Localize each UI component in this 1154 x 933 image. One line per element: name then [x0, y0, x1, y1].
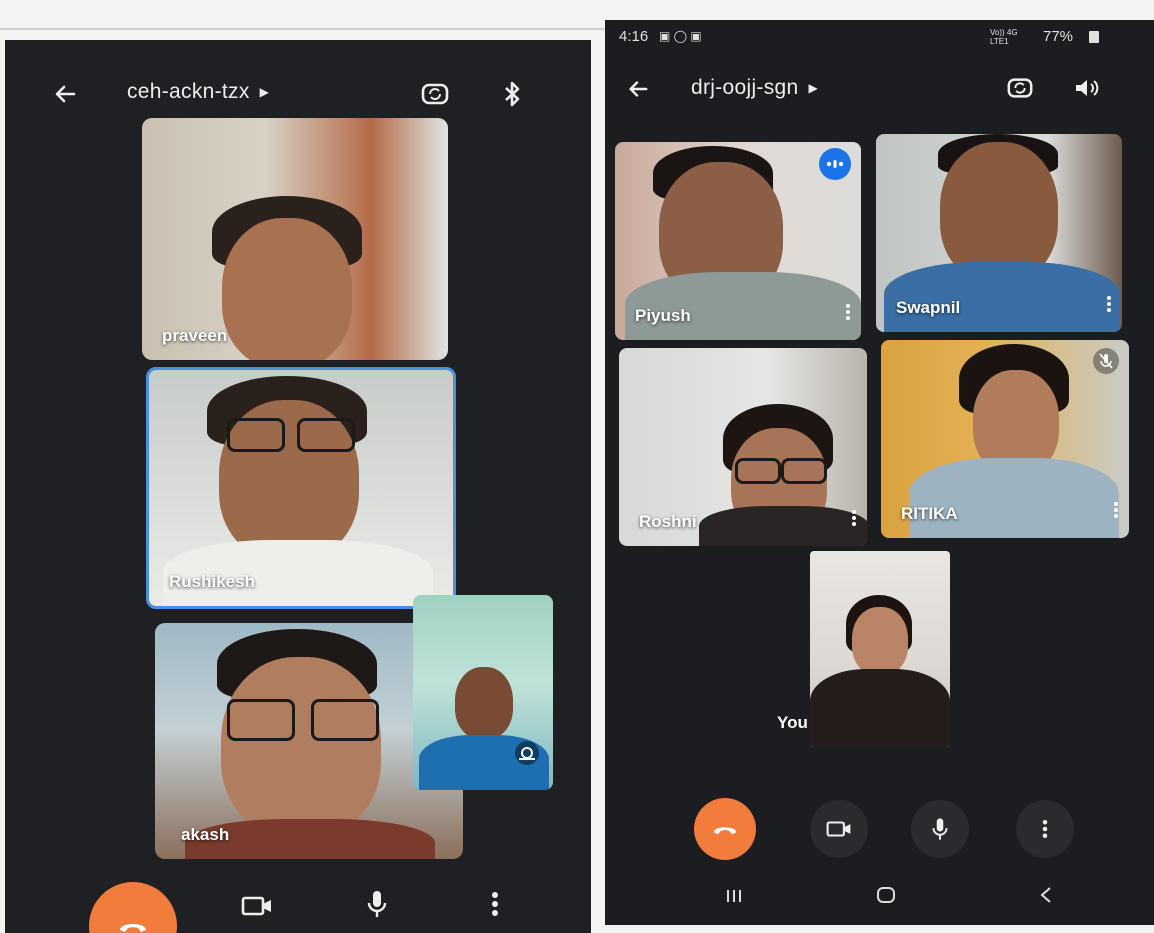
face: [221, 657, 381, 837]
face: [940, 142, 1058, 282]
participant-name: Swapnil: [896, 298, 961, 317]
shirt: [699, 506, 867, 546]
self-view-label: You: [777, 713, 808, 732]
end-call-icon[interactable]: [694, 798, 756, 860]
tile-more-icon[interactable]: [845, 302, 851, 324]
more-options-icon[interactable]: [480, 884, 510, 924]
back-nav-icon[interactable]: [1029, 879, 1063, 911]
tile-more-icon[interactable]: [1106, 294, 1112, 316]
caret-right-icon: ▶: [808, 81, 819, 96]
camera-icon[interactable]: [237, 886, 277, 926]
glasses: [735, 458, 781, 484]
tile-more-icon[interactable]: [1113, 500, 1119, 522]
glasses: [227, 699, 295, 741]
arrow-left-icon[interactable]: [47, 76, 83, 112]
recent-apps-icon[interactable]: [717, 881, 751, 911]
face: [455, 667, 513, 739]
glasses: [297, 418, 355, 452]
participant-name: Roshni: [639, 512, 697, 531]
shirt: [810, 669, 950, 747]
participant-name: akash: [181, 825, 230, 844]
caret-right-icon: ▶: [259, 85, 270, 100]
face: [852, 607, 908, 675]
status-bar: 4:16 ▣ ◯ ▣ Vo)) 4G LTE1 77%: [605, 20, 1154, 52]
meeting-code-title[interactable]: ceh-ackn-tzx ▶: [127, 80, 269, 104]
participant-tile-ritika[interactable]: RITIKA: [881, 340, 1129, 538]
meeting-code-title[interactable]: drj-oojj-sgn ▶: [691, 76, 818, 100]
home-icon[interactable]: [869, 879, 903, 911]
glasses: [781, 458, 827, 484]
arrow-left-icon[interactable]: [621, 72, 655, 106]
meeting-code: drj-oojj-sgn: [691, 76, 799, 99]
participant-tile-swapnil[interactable]: Swapnil: [876, 134, 1122, 332]
left-top-bar: ceh-ackn-tzx ▶: [5, 70, 591, 120]
shirt: [884, 262, 1120, 332]
notification-icons: ▣ ◯ ▣: [659, 29, 702, 43]
battery-icon: [1089, 31, 1099, 43]
participant-name: Rushikesh: [169, 572, 255, 591]
network-indicator: Vo)) 4G LTE1: [990, 28, 1018, 46]
android-nav-bar: [605, 865, 1154, 925]
participant-tile-rushikesh[interactable]: Rushikesh: [146, 367, 456, 609]
participant-name: praveen: [162, 326, 228, 345]
self-view-tile[interactable]: [810, 551, 950, 747]
microphone-icon[interactable]: [357, 884, 397, 924]
right-phone-screen: 4:16 ▣ ◯ ▣ Vo)) 4G LTE1 77% drj-oojj-sgn…: [605, 20, 1154, 925]
bluetooth-icon[interactable]: [492, 74, 532, 114]
muted-mic-icon: [1093, 348, 1119, 374]
call-controls: [5, 876, 591, 933]
camera-icon[interactable]: [810, 800, 868, 858]
meeting-code: ceh-ackn-tzx: [127, 80, 250, 103]
right-top-bar: drj-oojj-sgn ▶: [605, 68, 1154, 112]
call-controls: [605, 792, 1154, 862]
left-phone-screen: ceh-ackn-tzx ▶ praveen Rushikesh akash: [5, 40, 591, 933]
switch-camera-icon[interactable]: [509, 735, 545, 771]
more-options-icon[interactable]: [1016, 800, 1074, 858]
status-time: 4:16: [619, 28, 649, 45]
self-view-tile[interactable]: [413, 595, 553, 790]
participant-tile-piyush[interactable]: Piyush: [615, 142, 861, 340]
battery-percentage: 77%: [1043, 28, 1074, 45]
switch-camera-icon[interactable]: [415, 74, 455, 114]
speaker-icon[interactable]: [1068, 70, 1104, 106]
face: [222, 218, 352, 360]
participant-name: RITIKA: [901, 504, 958, 523]
glasses: [227, 418, 285, 452]
glasses: [311, 699, 379, 741]
participant-name: Piyush: [635, 306, 691, 325]
end-call-icon[interactable]: [89, 882, 177, 933]
tile-more-icon[interactable]: [851, 508, 857, 530]
switch-camera-icon[interactable]: [1002, 70, 1038, 106]
microphone-icon[interactable]: [911, 800, 969, 858]
shirt: [909, 458, 1119, 538]
speaking-indicator-icon: [819, 148, 851, 180]
participant-tile-roshni[interactable]: Roshni: [619, 348, 867, 546]
participant-tile-praveen[interactable]: praveen: [142, 118, 448, 360]
